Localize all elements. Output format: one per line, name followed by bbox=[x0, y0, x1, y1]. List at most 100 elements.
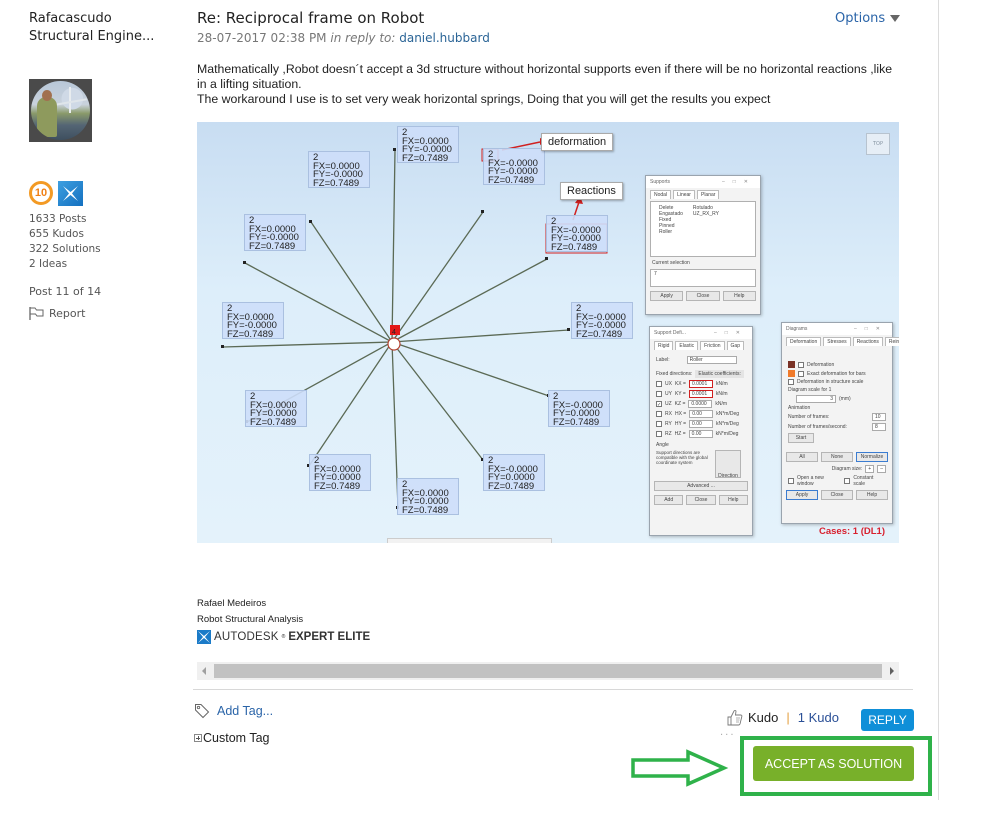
coef-unit: kN*m/Deg bbox=[716, 411, 740, 417]
accept-as-solution-button[interactable]: ACCEPT AS SOLUTION bbox=[753, 746, 914, 781]
checkbox bbox=[788, 478, 794, 484]
support-def-buttons: Add Close Help bbox=[650, 493, 752, 507]
checkbox bbox=[798, 361, 804, 368]
reaction-box: 2 FX=-0.0000 FY=-0.0000 FZ=0.7489 bbox=[483, 148, 545, 185]
custom-tag-toggle[interactable]: Custom Tag bbox=[194, 731, 269, 745]
supports-help-button: Help bbox=[722, 291, 756, 301]
reaction-box: 2 FX=-0.0000 FY=-0.0000 FZ=0.7489 bbox=[546, 215, 608, 252]
green-arrow-annotation bbox=[631, 749, 729, 787]
checkbox bbox=[844, 478, 851, 484]
start-button: Start bbox=[788, 433, 814, 443]
signature-subtitle: Robot Structural Analysis bbox=[197, 614, 304, 625]
support-def-titlebar: Support Defi... –□✕ bbox=[650, 327, 752, 339]
direction-label: UX bbox=[665, 381, 672, 387]
custom-tag-label: Custom Tag bbox=[203, 731, 270, 745]
more-dots: ··· bbox=[720, 730, 736, 741]
bar-member bbox=[310, 221, 393, 343]
fps-field: 8 bbox=[872, 423, 886, 431]
diagrams-window: Diagrams –□✕ Deformation Stresses Reacti… bbox=[781, 322, 899, 524]
flag-icon bbox=[29, 307, 44, 320]
reaction-box: 2 FX=0.0000 FY=-0.0000 FZ=0.7489 bbox=[222, 302, 284, 339]
checkbox bbox=[788, 379, 794, 385]
supports-tab: Linear bbox=[673, 190, 695, 199]
supports-apply-button: Apply bbox=[650, 291, 684, 301]
author-posts: 1633 Posts bbox=[29, 213, 87, 225]
coef-label: KZ = bbox=[674, 401, 686, 407]
options-label: Options bbox=[835, 11, 886, 26]
add-tag-link[interactable]: Add Tag... bbox=[194, 703, 273, 719]
screenshot-bottom-toolbar bbox=[387, 538, 552, 543]
direction-label: RX bbox=[665, 411, 672, 417]
bar-member bbox=[391, 211, 484, 343]
coefficient-row: RX HX = 0.00 kN*m/Deg bbox=[650, 409, 752, 419]
options-menu[interactable]: Options bbox=[835, 11, 901, 26]
open-new-window-label: Open a new window bbox=[796, 475, 824, 487]
checkbox bbox=[798, 370, 804, 377]
diagram-size-label: Diagram size: bbox=[831, 466, 863, 472]
coef-field: 0.0001 bbox=[688, 380, 713, 388]
support-def-help-button: Help bbox=[718, 495, 748, 505]
support-def-tab: Gap bbox=[726, 341, 744, 350]
coef-label: KX = bbox=[674, 381, 686, 387]
kudo-button[interactable]: Kudo bbox=[748, 710, 778, 725]
diagram-scale-row: 3 (mm) bbox=[782, 394, 892, 404]
avatar-bridge-cable bbox=[55, 98, 87, 106]
reaction-box: 2 FX=-0.0000 FY=0.0000 FZ=0.7489 bbox=[483, 454, 545, 491]
bar-member bbox=[391, 329, 570, 343]
support-node bbox=[545, 257, 548, 260]
horizontal-scrollbar[interactable] bbox=[197, 662, 899, 680]
support-node bbox=[221, 345, 224, 348]
diagram-scale-field: 3 bbox=[796, 395, 836, 403]
coef-label: HZ = bbox=[674, 431, 686, 437]
author-stats: 1633 Posts 655 Kudos 322 Solutions 2 Ide… bbox=[29, 212, 101, 272]
supports-close-button: Close bbox=[686, 291, 720, 301]
window-controls-icon: –□✕ bbox=[854, 326, 888, 332]
exact-color-swatch bbox=[788, 370, 795, 377]
support-node bbox=[309, 220, 312, 223]
deformation-callout: deformation bbox=[541, 133, 614, 151]
author-solutions: 322 Solutions bbox=[29, 243, 101, 255]
report-link[interactable]: Report bbox=[29, 307, 85, 320]
embedded-screenshot[interactable]: 4 2 FX=0.0000 FY=-0.0000 FZ=0.7489 2 FX=0.00… bbox=[197, 122, 899, 543]
scroll-left-arrow-icon[interactable] bbox=[202, 667, 206, 675]
frames-label: Number of frames: bbox=[788, 414, 830, 420]
reaction-box: 2 FX=0.0000 FY=0.0000 FZ=0.7489 bbox=[309, 454, 371, 491]
support-def-close-button: Close bbox=[686, 495, 716, 505]
angle-section: Support directions are compatible with t… bbox=[650, 449, 752, 479]
thumbs-up-icon[interactable] bbox=[727, 709, 743, 726]
expert-elite-wordmark: EXPERT ELITE bbox=[288, 631, 371, 643]
checkbox bbox=[656, 421, 662, 427]
normalize-button: Normalize bbox=[856, 452, 888, 462]
deformation-color-swatch bbox=[788, 361, 795, 368]
ten-years-badge-icon[interactable]: 10 bbox=[29, 181, 53, 205]
frames-row: Number of frames: 10 bbox=[782, 412, 892, 422]
scroll-right-arrow-icon[interactable] bbox=[890, 667, 894, 675]
scrollbar-thumb[interactable] bbox=[214, 664, 882, 678]
label-field: Roller bbox=[686, 356, 737, 364]
author-rank: Structural Engine... bbox=[29, 29, 155, 44]
author-info: Rafacascudo Structural Engine... bbox=[29, 10, 179, 46]
fixed-directions-label: Fixed directions: bbox=[656, 371, 693, 377]
coef-unit: kN/m bbox=[715, 401, 728, 407]
kudo-count-link[interactable]: 1 Kudo bbox=[798, 710, 839, 725]
support-node bbox=[481, 210, 484, 213]
expand-plus-icon bbox=[194, 734, 202, 742]
coefficient-row: UY KY = 0.0001 kN/m bbox=[650, 389, 752, 399]
diagrams-tab: Deformation bbox=[786, 337, 822, 346]
avatar-person bbox=[37, 97, 57, 137]
avatar[interactable] bbox=[29, 79, 92, 142]
in-reply-to-user-link[interactable]: daniel.hubbard bbox=[399, 31, 490, 45]
reply-button[interactable]: REPLY bbox=[861, 709, 914, 731]
coef-unit: kN/m bbox=[715, 381, 728, 387]
diagrams-buttons-row1: All None Normalize bbox=[782, 450, 892, 464]
diagrams-help-button: Help bbox=[856, 490, 888, 500]
post-position: Post 11 of 14 bbox=[29, 285, 102, 298]
author-badges: 10 bbox=[29, 181, 83, 206]
expert-elite-logo: AUTODESK ® EXPERT ELITE bbox=[197, 630, 370, 644]
author-name[interactable]: Rafacascudo bbox=[29, 10, 179, 28]
coef-field: 0.0001 bbox=[688, 390, 713, 398]
expert-elite-badge-icon[interactable] bbox=[58, 181, 83, 206]
bar-member bbox=[391, 341, 550, 397]
bar-member bbox=[308, 341, 393, 467]
supports-tab: Nodal bbox=[650, 190, 672, 199]
